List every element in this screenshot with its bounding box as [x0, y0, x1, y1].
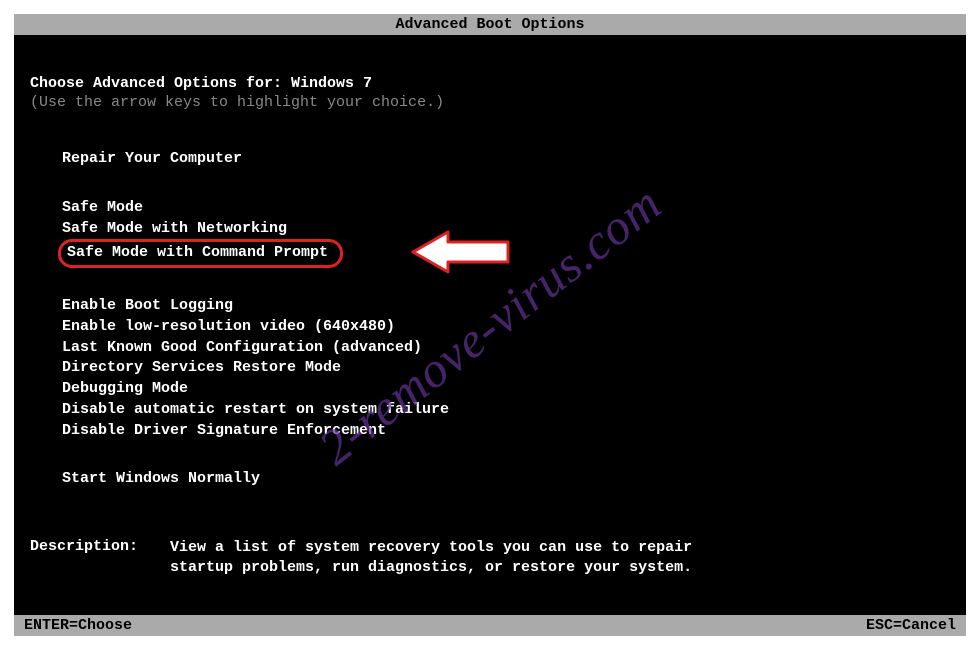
arrow-left-icon [408, 227, 518, 277]
menu-item-start-normally[interactable]: Start Windows Normally [58, 469, 268, 490]
menu-group-safemode: Safe Mode Safe Mode with Networking Safe… [58, 198, 950, 268]
navigation-hint: (Use the arrow keys to highlight your ch… [30, 94, 950, 111]
prompt-prefix: Choose Advanced Options for: [30, 75, 291, 92]
menu-item-disable-auto-restart[interactable]: Disable automatic restart on system fail… [58, 400, 457, 421]
screen-title: Advanced Boot Options [395, 16, 584, 33]
menu-group-repair: Repair Your Computer [58, 149, 950, 170]
menu-item-boot-logging[interactable]: Enable Boot Logging [58, 296, 241, 317]
boot-menu[interactable]: Repair Your Computer Safe Mode Safe Mode… [30, 149, 950, 490]
footer-esc-hint: ESC=Cancel [866, 617, 956, 634]
menu-item-safe-mode-cmd[interactable]: Safe Mode with Command Prompt [58, 239, 343, 268]
menu-item-last-known-good[interactable]: Last Known Good Configuration (advanced) [58, 338, 430, 359]
menu-item-safe-mode-networking[interactable]: Safe Mode with Networking [58, 219, 295, 240]
footer-enter-hint: ENTER=Choose [24, 617, 132, 634]
menu-item-repair-computer[interactable]: Repair Your Computer [58, 149, 250, 170]
menu-item-directory-services[interactable]: Directory Services Restore Mode [58, 358, 349, 379]
description-block: Description: View a list of system recov… [30, 538, 950, 577]
menu-group-normal: Start Windows Normally [58, 469, 950, 490]
prompt-line: Choose Advanced Options for: Windows 7 [30, 75, 950, 92]
menu-item-debugging-mode[interactable]: Debugging Mode [58, 379, 196, 400]
menu-item-disable-driver-sig[interactable]: Disable Driver Signature Enforcement [58, 421, 394, 442]
os-name: Windows 7 [291, 75, 372, 92]
title-bar: Advanced Boot Options [14, 14, 966, 35]
description-label: Description: [30, 538, 170, 577]
footer-bar: ENTER=Choose ESC=Cancel [14, 615, 966, 636]
menu-item-low-res-video[interactable]: Enable low-resolution video (640x480) [58, 317, 403, 338]
description-text: View a list of system recovery tools you… [170, 538, 730, 577]
boot-screen: Advanced Boot Options Choose Advanced Op… [14, 14, 966, 636]
menu-group-advanced: Enable Boot Logging Enable low-resolutio… [58, 296, 950, 441]
content-area: Choose Advanced Options for: Windows 7 (… [14, 35, 966, 577]
menu-item-safe-mode[interactable]: Safe Mode [58, 198, 151, 219]
